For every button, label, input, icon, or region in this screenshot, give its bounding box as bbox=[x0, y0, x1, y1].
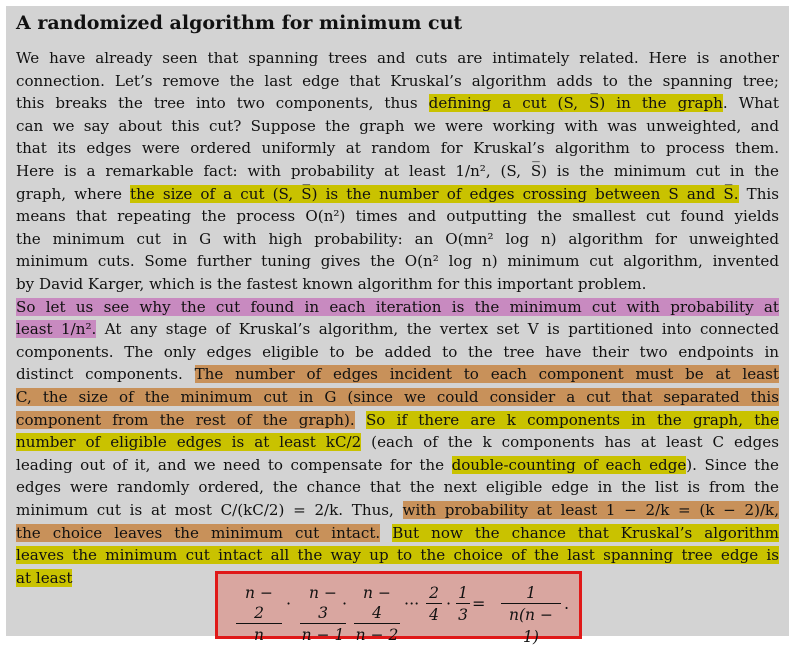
text-span bbox=[380, 524, 392, 542]
text-span: that its edges were ordered uniformly at… bbox=[16, 139, 779, 158]
text-span: distinct components. bbox=[16, 365, 195, 384]
text-span: connection. Let’s remove the last edge t… bbox=[16, 71, 779, 90]
text-line: the minimum cut in G with high probabili… bbox=[16, 228, 779, 250]
text-span: ). Since the bbox=[686, 455, 779, 474]
highlight-yellow: So if there are k components in the grap… bbox=[365, 410, 779, 429]
text-span: means that repeating the process O(n²) t… bbox=[16, 207, 779, 226]
text-span: graph, where bbox=[16, 184, 130, 203]
highlight-yellow: at least bbox=[16, 568, 73, 587]
text-line: components. The only edges eligible to b… bbox=[16, 341, 779, 363]
text-line: graph, where the size of a cut (S, S̅) i… bbox=[16, 183, 779, 205]
highlight-orange: C, the size of the minimum cut in G (sin… bbox=[16, 388, 779, 406]
text-line: can we say about this cut? Suppose the g… bbox=[16, 115, 779, 137]
text-line: the choice leaves the minimum cut intact… bbox=[16, 522, 779, 544]
text-line: distinct components. The number of edges… bbox=[16, 363, 779, 385]
section-title: A randomized algorithm for minimum cut bbox=[16, 12, 463, 34]
text-line: edges were randomly ordered, the chance … bbox=[16, 476, 779, 498]
formula-operator: = bbox=[472, 594, 486, 613]
text-line: that its edges were ordered uniformly at… bbox=[16, 137, 779, 159]
highlight-orange: The number of edges incident to each com… bbox=[194, 365, 779, 384]
text-line: by David Karger, which is the fastest kn… bbox=[16, 273, 779, 295]
text-span bbox=[355, 411, 366, 429]
highlight-yellow: number of eligible edges is at least kC/… bbox=[16, 433, 362, 452]
fraction-denominator: n − 1 bbox=[301, 626, 345, 644]
highlight-yellow: the size of a cut (S, S̅) is the number … bbox=[130, 184, 739, 203]
fraction-denominator: 4 bbox=[429, 606, 439, 624]
text-span: . What bbox=[722, 94, 779, 113]
highlight-yellow: defining a cut (S, S̅) in the graph bbox=[428, 94, 723, 113]
text-line: C, the size of the minimum cut in G (sin… bbox=[16, 386, 779, 408]
highlight-yellow: leaves the minimum cut intact all the wa… bbox=[16, 546, 779, 565]
formula-operator: · bbox=[342, 594, 348, 613]
text-span: edges were randomly ordered, the chance … bbox=[16, 478, 779, 497]
text-span: the minimum cut in G with high probabili… bbox=[16, 229, 779, 248]
fraction-denominator: n bbox=[254, 626, 264, 644]
text-span: minimum cuts. Some further tuning gives … bbox=[16, 252, 779, 271]
text-span: We have already seen that spanning trees… bbox=[16, 49, 779, 67]
text-line: least 1/n². At any stage of Kruskal’s al… bbox=[16, 318, 779, 340]
formula-fraction: n − 4 n − 2 bbox=[354, 583, 400, 646]
text-line: component from the rest of the graph). S… bbox=[16, 409, 779, 431]
highlight-yellow: But now the chance that Kruskal’s algori… bbox=[392, 523, 779, 542]
formula-operator: · bbox=[286, 594, 292, 613]
fraction-numerator: 1 bbox=[501, 583, 561, 604]
fraction-numerator: n − 4 bbox=[354, 583, 400, 624]
fraction-denominator: n(n − 1) bbox=[509, 606, 553, 646]
formula-fraction: 1 n(n − 1) bbox=[501, 583, 561, 648]
text-span: minimum cut is at most C/(kC/2) = 2/k. T… bbox=[16, 501, 403, 519]
highlight-purple: So let us see why the cut found in each … bbox=[16, 297, 779, 316]
fraction-numerator: 1 bbox=[456, 583, 470, 604]
fraction-numerator: 2 bbox=[426, 583, 442, 604]
fraction-denominator: n − 2 bbox=[355, 626, 399, 644]
text-span: components. The only edges eligible to b… bbox=[16, 342, 779, 361]
formula-fraction: n − 3 n − 1 bbox=[300, 583, 346, 646]
formula-operator: · bbox=[446, 594, 452, 613]
fraction-numerator: n − 3 bbox=[300, 583, 346, 624]
text-line: So let us see why the cut found in each … bbox=[16, 296, 779, 318]
formula-fraction: 13 bbox=[456, 583, 470, 626]
text-line: this breaks the tree into two components… bbox=[16, 92, 779, 114]
text-span: This bbox=[738, 184, 779, 203]
formula-operator: ··· bbox=[404, 594, 420, 613]
highlight-orange: the choice leaves the minimum cut intact… bbox=[16, 523, 381, 542]
text-span: can we say about this cut? Suppose the g… bbox=[16, 116, 779, 135]
highlight-purple: least 1/n². bbox=[16, 320, 97, 339]
text-span: Here is a remarkable fact: with probabil… bbox=[16, 162, 779, 180]
text-span: by David Karger, which is the fastest kn… bbox=[16, 275, 647, 293]
highlight-orange: component from the rest of the graph). bbox=[16, 410, 355, 429]
document-page: A randomized algorithm for minimum cut W… bbox=[6, 6, 789, 646]
text-line: minimum cuts. Some further tuning gives … bbox=[16, 250, 779, 272]
text-line: leading out of it, and we need to compen… bbox=[16, 454, 779, 476]
text-span: (each of the k components has at least C… bbox=[361, 433, 779, 452]
formula-fraction: 24 bbox=[426, 583, 442, 626]
highlight-yellow: double-counting of each edge bbox=[451, 455, 687, 474]
text-line: leaves the minimum cut intact all the wa… bbox=[16, 544, 779, 566]
fraction-denominator: 3 bbox=[458, 606, 468, 624]
text-line: Here is a remarkable fact: with probabil… bbox=[16, 160, 779, 182]
fraction-numerator: n − 2 bbox=[236, 583, 282, 624]
text-line: connection. Let’s remove the last edge t… bbox=[16, 70, 779, 92]
text-line: number of eligible edges is at least kC/… bbox=[16, 431, 779, 453]
formula-fraction: n − 2 n bbox=[236, 583, 282, 646]
text-span: this breaks the tree into two components… bbox=[16, 94, 429, 113]
formula-operator: . bbox=[564, 594, 570, 613]
text-line: minimum cut is at most C/(kC/2) = 2/k. T… bbox=[16, 499, 779, 521]
text-line: We have already seen that spanning trees… bbox=[16, 47, 779, 69]
highlight-orange: with probability at least 1 − 2/k = (k −… bbox=[402, 501, 779, 519]
text-line: means that repeating the process O(n²) t… bbox=[16, 205, 779, 227]
formula-box: n − 2nn − 3n − 1n − 4n − 2 2 4 1 3 1 n(n − 1) ·… bbox=[215, 571, 582, 646]
text-span: At any stage of Kruskal’s algorithm, the… bbox=[96, 320, 779, 339]
text-span: leading out of it, and we need to compen… bbox=[16, 455, 452, 474]
